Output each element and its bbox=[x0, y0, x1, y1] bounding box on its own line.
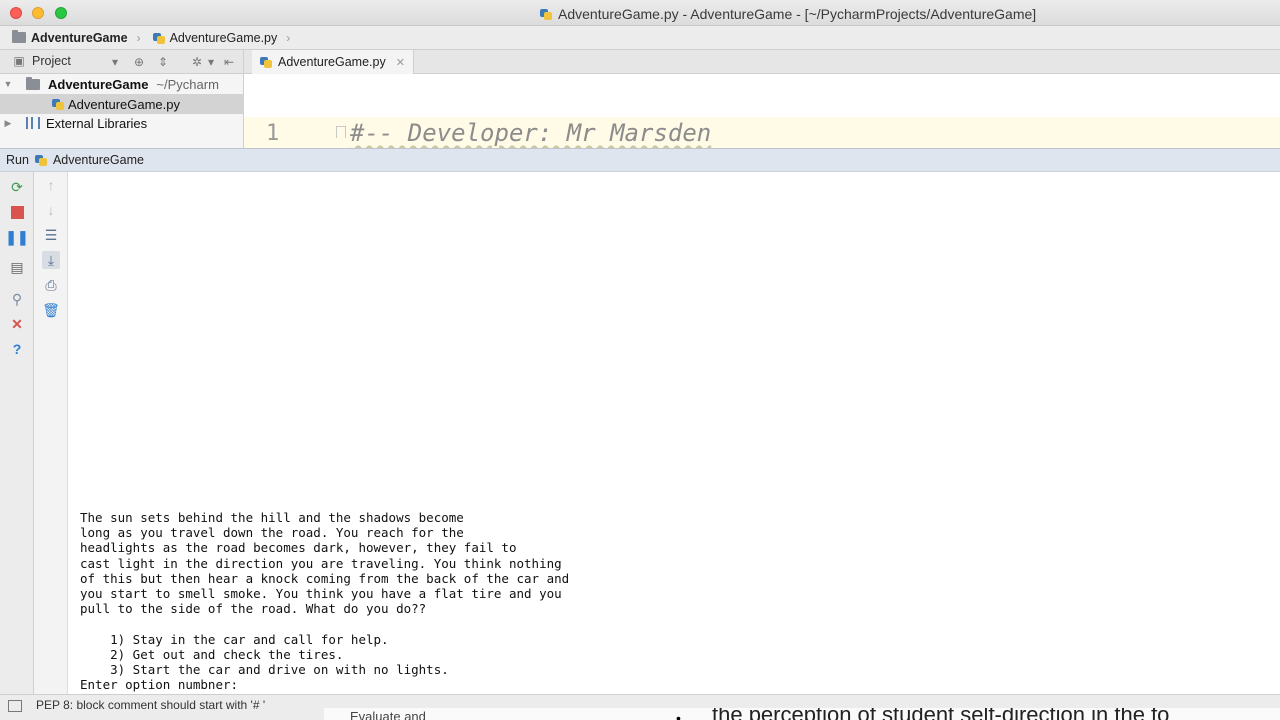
arrow-up-icon[interactable]: ↑ bbox=[42, 176, 60, 194]
window-title: AdventureGame.py - AdventureGame - [~/Py… bbox=[558, 6, 1037, 22]
background-window: Evaluate and • the perception of student… bbox=[324, 708, 1280, 720]
hide-panel-icon[interactable]: ⇤ bbox=[222, 55, 236, 69]
window-title-group: AdventureGame.py - AdventureGame - [~/Py… bbox=[540, 6, 1036, 22]
title-bar: AdventureGame.py - AdventureGame - [~/Py… bbox=[0, 0, 1280, 26]
minimize-window-button[interactable] bbox=[32, 7, 44, 19]
run-toolbar-secondary: ↑ ↓ ☰ ⤓ ⎙ 🗑 bbox=[34, 172, 68, 694]
python-file-icon bbox=[260, 56, 272, 68]
run-panel-label: Run bbox=[6, 153, 29, 167]
project-panel-label: Project bbox=[32, 54, 71, 68]
library-icon bbox=[26, 117, 40, 129]
pause-icon[interactable]: ❚❚ bbox=[5, 228, 28, 246]
background-text-left: Evaluate and bbox=[350, 709, 426, 720]
folder-icon bbox=[26, 76, 40, 90]
arrow-down-icon[interactable]: ↓ bbox=[42, 201, 60, 219]
tab-label: AdventureGame.py bbox=[278, 55, 386, 69]
tree-root-path: ~/Pycharm bbox=[156, 76, 219, 92]
collapse-all-icon[interactable]: ⇕ bbox=[156, 55, 170, 69]
python-file-icon bbox=[152, 32, 165, 44]
close-window-button[interactable] bbox=[10, 7, 22, 19]
python-file-icon bbox=[34, 154, 47, 166]
bullet-icon: • bbox=[676, 710, 681, 720]
code-line[interactable]: #-- Developer: Mr Marsden bbox=[350, 119, 711, 147]
restore-layout-icon[interactable]: ▤ bbox=[8, 258, 26, 276]
chevron-down-icon[interactable]: ▾ bbox=[204, 55, 218, 69]
project-view-icon: ▣ bbox=[13, 54, 25, 68]
fold-marker-icon[interactable] bbox=[336, 126, 346, 138]
navigation-bar: AdventureGame › AdventureGame.py › bbox=[0, 26, 1280, 50]
line-number: 1 bbox=[266, 121, 280, 146]
tree-item-file[interactable]: AdventureGame.py bbox=[0, 94, 244, 114]
tab-adventuregame-py[interactable]: AdventureGame.py ✕ bbox=[252, 50, 414, 74]
project-tree: ▼ AdventureGame ~/Pycharm AdventureGame.… bbox=[0, 74, 244, 148]
editor-tab-bar: AdventureGame.py ✕ bbox=[244, 50, 1280, 74]
tree-item-root[interactable]: ▼ AdventureGame ~/Pycharm bbox=[0, 74, 244, 94]
tree-root-name: AdventureGame bbox=[48, 76, 149, 92]
tree-file-label: AdventureGame.py bbox=[68, 96, 181, 112]
zoom-window-button[interactable] bbox=[55, 7, 67, 19]
print-icon[interactable]: ⎙ bbox=[42, 276, 60, 294]
breadcrumb-file[interactable]: AdventureGame.py › bbox=[141, 30, 291, 45]
toggle-tool-windows-icon[interactable] bbox=[8, 700, 22, 712]
scroll-from-source-icon[interactable]: ⊕ bbox=[132, 55, 146, 69]
run-config-name[interactable]: AdventureGame bbox=[53, 153, 144, 167]
chevron-down-icon[interactable]: ▼ bbox=[0, 79, 16, 89]
project-view-selector[interactable]: ▣ Project bbox=[12, 54, 71, 68]
run-toolbar-primary: ⟳ ❚❚ ▤ ⚲ ✕ ? bbox=[0, 172, 34, 694]
tree-item-external-libraries[interactable]: ▶ External Libraries bbox=[0, 113, 244, 133]
stop-icon bbox=[10, 205, 24, 219]
run-console[interactable]: The sun sets behind the hill and the sha… bbox=[68, 172, 1280, 694]
stop-button[interactable] bbox=[8, 203, 26, 221]
run-panel-header: Run AdventureGame bbox=[0, 148, 1280, 172]
close-icon[interactable]: ✕ bbox=[396, 56, 405, 69]
breadcrumb-project[interactable]: AdventureGame › bbox=[0, 30, 141, 45]
chevron-right-icon[interactable]: ▶ bbox=[0, 118, 16, 129]
scroll-to-end-icon[interactable]: ⤓ bbox=[42, 251, 60, 269]
status-message: PEP 8: block comment should start with '… bbox=[36, 698, 266, 712]
python-file-icon bbox=[52, 98, 64, 110]
help-icon[interactable]: ? bbox=[8, 340, 26, 358]
close-icon[interactable]: ✕ bbox=[8, 315, 26, 333]
console-output: The sun sets behind the hill and the sha… bbox=[80, 510, 570, 693]
code-editor[interactable]: 1 #-- Developer: Mr Marsden bbox=[244, 74, 1280, 148]
breadcrumb-project-label: AdventureGame bbox=[31, 30, 128, 45]
soft-wrap-icon[interactable]: ☰ bbox=[42, 226, 60, 244]
chevron-right-icon: › bbox=[286, 30, 291, 45]
breadcrumb-file-label: AdventureGame.py bbox=[169, 30, 278, 45]
trash-icon[interactable]: 🗑 bbox=[42, 301, 60, 319]
tree-libraries-label: External Libraries bbox=[46, 115, 148, 131]
rerun-icon[interactable]: ⟳ bbox=[8, 178, 26, 196]
chevron-down-icon[interactable]: ▾ bbox=[108, 55, 122, 69]
gear-icon[interactable]: ✲ bbox=[190, 55, 204, 69]
pin-icon[interactable]: ⚲ bbox=[8, 290, 26, 308]
background-text-right: the perception of student self-direction… bbox=[712, 708, 1169, 720]
python-file-icon bbox=[540, 8, 552, 20]
pycharm-window: AdventureGame.py - AdventureGame - [~/Py… bbox=[0, 0, 1280, 720]
project-panel-header: ▣ Project ▾ ⊕ ⇕ ✲ ▾ ⇤ bbox=[0, 50, 244, 74]
folder-icon bbox=[12, 30, 26, 43]
